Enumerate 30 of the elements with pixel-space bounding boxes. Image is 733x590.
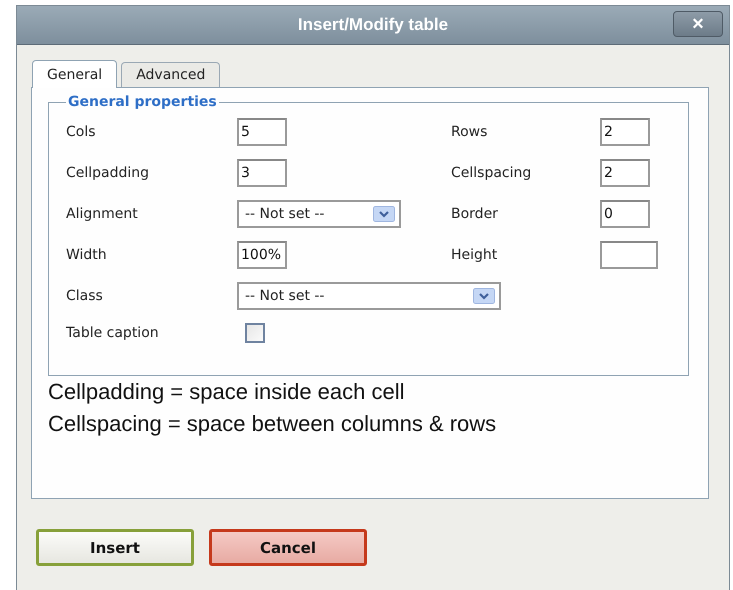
field-label: Cellpadding — [66, 165, 150, 181]
input-field[interactable] — [600, 241, 658, 269]
input-field[interactable]: 2 — [600, 118, 650, 146]
field-label: Border — [451, 206, 499, 222]
field-label: Height — [451, 247, 498, 263]
input-field[interactable]: 3 — [237, 159, 287, 187]
note-text: Cellspacing = space between columns & rows — [48, 410, 498, 438]
input-field[interactable]: 5 — [237, 118, 287, 146]
chevron-down-icon — [373, 206, 395, 222]
tab[interactable]: General — [32, 60, 118, 88]
input-field[interactable]: 100% — [237, 241, 287, 269]
note-text: Cellpadding = space inside each cell — [48, 378, 406, 406]
field-label: Table caption — [66, 325, 160, 341]
input-field[interactable]: 0 — [600, 200, 650, 228]
tab[interactable]: Advanced — [121, 62, 220, 87]
field-label: Class — [66, 288, 104, 304]
field-label: Width — [66, 247, 108, 263]
dropdown[interactable]: -- Not set -- — [237, 282, 501, 310]
insert-button[interactable]: Insert — [36, 529, 194, 566]
checkbox[interactable] — [245, 323, 265, 343]
chevron-down-icon — [473, 288, 495, 304]
cancel-button[interactable]: Cancel — [209, 529, 367, 566]
field-label: Cols — [66, 124, 97, 140]
input-field[interactable]: 2 — [600, 159, 650, 187]
dropdown[interactable]: -- Not set -- — [237, 200, 401, 228]
field-label: Rows — [451, 124, 488, 140]
window-title: Insert/Modify table — [298, 15, 448, 35]
fieldset-legend: General properties — [66, 94, 219, 110]
field-label: Alignment — [66, 206, 139, 222]
field-label: Cellspacing — [451, 165, 532, 181]
